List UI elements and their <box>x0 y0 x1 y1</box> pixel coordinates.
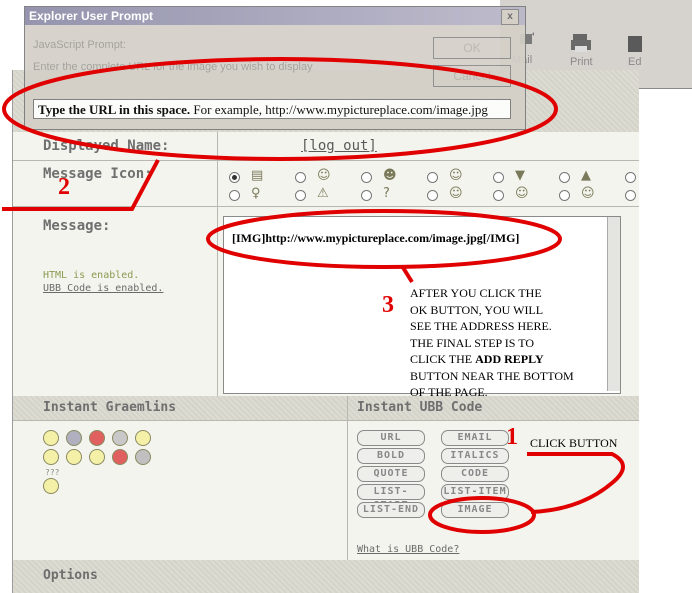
step2-pointer <box>2 159 160 211</box>
step3-line: SEE THE ADDRESS HERE. <box>410 319 552 333</box>
step1-pointer <box>527 452 625 514</box>
step3-line: THE FINAL STEP IS TO <box>410 335 535 350</box>
step3-line: BUTTON NEAR THE BOTTOM <box>410 368 574 383</box>
step3-line: OK BUTTON, YOU WILL <box>410 302 544 317</box>
step3-line: CLICK THE ADD REPLY <box>410 351 574 368</box>
step3-line-text: CLICK THE <box>410 352 476 366</box>
step1-number: 1 <box>506 424 518 450</box>
url-field-highlight <box>2 57 558 161</box>
step3-line: OF THE PAGE. <box>410 385 488 399</box>
step3-instruction: AFTER YOU CLICK THE OK BUTTON, YOU WILL … <box>410 285 574 401</box>
add-reply-reference: ADD REPLY <box>475 352 544 366</box>
annotation-overlay <box>2 57 625 534</box>
step3-line: AFTER YOU CLICK THE <box>410 286 542 300</box>
step3-number: 3 <box>382 292 394 318</box>
step2-number: 2 <box>58 174 70 200</box>
image-button-highlight <box>428 496 536 534</box>
message-highlight <box>206 209 562 269</box>
step1-instruction: CLICK BUTTON <box>530 436 618 450</box>
